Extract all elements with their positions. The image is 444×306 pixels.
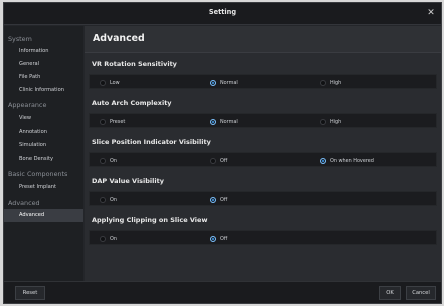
title-bar: Setting ✕ bbox=[4, 3, 441, 25]
option-label: High bbox=[330, 118, 342, 125]
radio-arch-high[interactable]: High bbox=[320, 114, 341, 129]
radio-indicator bbox=[100, 235, 106, 242]
close-icon[interactable]: ✕ bbox=[424, 6, 438, 20]
radio-indicator bbox=[210, 157, 216, 164]
section-title-clipping: Applying Clipping on Slice View bbox=[92, 216, 208, 224]
radio-group-auto-arch: Preset Normal High bbox=[89, 113, 437, 128]
option-label: On bbox=[110, 196, 117, 203]
radio-vr-high[interactable]: High bbox=[320, 75, 341, 90]
panel-title: Advanced bbox=[93, 33, 145, 44]
sidebar-item-clinic-information[interactable]: Clinic Information bbox=[4, 84, 83, 97]
sidebar-item-information[interactable]: Information bbox=[4, 45, 83, 58]
section-title-vr-rotation: VR Rotation Sensitivity bbox=[92, 60, 177, 68]
option-label: On bbox=[110, 157, 117, 164]
sidebar-item-advanced[interactable]: Advanced bbox=[4, 209, 83, 222]
option-label: Preset bbox=[110, 118, 126, 125]
radio-indicator bbox=[210, 235, 216, 242]
option-label: Off bbox=[220, 196, 228, 203]
radio-indicator bbox=[320, 118, 326, 125]
sidebar-category-basic-components: Basic Components bbox=[8, 170, 68, 178]
radio-clipping-off[interactable]: Off bbox=[210, 231, 227, 246]
ok-button[interactable]: OK bbox=[379, 286, 401, 300]
radio-indicator bbox=[100, 118, 106, 125]
option-label: On when Hovered bbox=[330, 157, 374, 164]
sidebar-item-annotation[interactable]: Annotation bbox=[4, 126, 83, 139]
radio-group-slice-indicator: On Off On when Hovered bbox=[89, 152, 437, 167]
radio-clipping-on[interactable]: On bbox=[100, 231, 117, 246]
radio-group-clipping: On Off bbox=[89, 230, 437, 245]
window-title: Setting bbox=[208, 8, 237, 16]
radio-indicator bbox=[100, 79, 106, 86]
radio-indicator bbox=[320, 157, 326, 164]
radio-indicator bbox=[210, 118, 216, 125]
cancel-button[interactable]: Cancel bbox=[406, 286, 436, 300]
radio-arch-normal[interactable]: Normal bbox=[210, 114, 238, 129]
option-label: Low bbox=[110, 79, 120, 86]
section-title-dap-value: DAP Value Visibility bbox=[92, 177, 164, 185]
option-label: On bbox=[110, 235, 117, 242]
reset-button[interactable]: Reset bbox=[15, 286, 45, 300]
radio-indicator bbox=[210, 196, 216, 203]
radio-arch-preset[interactable]: Preset bbox=[100, 114, 125, 129]
sidebar-category-advanced: Advanced bbox=[8, 199, 40, 207]
sidebar-item-view[interactable]: View bbox=[4, 112, 83, 125]
settings-window: Setting ✕ System Information General Fil… bbox=[3, 2, 442, 304]
radio-indicator bbox=[100, 157, 106, 164]
panel-header: Advanced bbox=[85, 26, 441, 53]
settings-panel: Advanced VR Rotation Sensitivity Low Nor… bbox=[85, 26, 441, 281]
option-label: Off bbox=[220, 235, 228, 242]
option-label: Off bbox=[220, 157, 228, 164]
radio-indicator bbox=[210, 79, 216, 86]
radio-vr-low[interactable]: Low bbox=[100, 75, 120, 90]
option-label: High bbox=[330, 79, 342, 86]
radio-indicator bbox=[320, 79, 326, 86]
footer-bar: Reset OK Cancel bbox=[4, 281, 441, 303]
radio-indicator bbox=[100, 196, 106, 203]
section-title-auto-arch: Auto Arch Complexity bbox=[92, 99, 172, 107]
option-label: Normal bbox=[220, 79, 238, 86]
option-label: Normal bbox=[220, 118, 238, 125]
sidebar-item-bone-density[interactable]: Bone Density bbox=[4, 153, 83, 166]
sidebar-item-file-path[interactable]: File Path bbox=[4, 71, 83, 84]
sidebar-item-general[interactable]: General bbox=[4, 58, 83, 71]
sidebar-category-appearance: Appearance bbox=[8, 101, 47, 109]
radio-vr-normal[interactable]: Normal bbox=[210, 75, 238, 90]
radio-dap-off[interactable]: Off bbox=[210, 192, 227, 207]
radio-group-vr-rotation: Low Normal High bbox=[89, 74, 437, 89]
radio-slice-on-when-hovered[interactable]: On when Hovered bbox=[320, 153, 374, 168]
section-title-slice-indicator: Slice Position Indicator Visibility bbox=[92, 138, 211, 146]
sidebar-category-system: System bbox=[8, 35, 32, 43]
radio-slice-off[interactable]: Off bbox=[210, 153, 227, 168]
sidebar-item-simulation[interactable]: Simulation bbox=[4, 139, 83, 152]
radio-group-dap-value: On Off bbox=[89, 191, 437, 206]
sidebar-item-preset-implant[interactable]: Preset Implant bbox=[4, 181, 83, 194]
radio-slice-on[interactable]: On bbox=[100, 153, 117, 168]
radio-dap-on[interactable]: On bbox=[100, 192, 117, 207]
sidebar: System Information General File Path Cli… bbox=[4, 26, 83, 281]
